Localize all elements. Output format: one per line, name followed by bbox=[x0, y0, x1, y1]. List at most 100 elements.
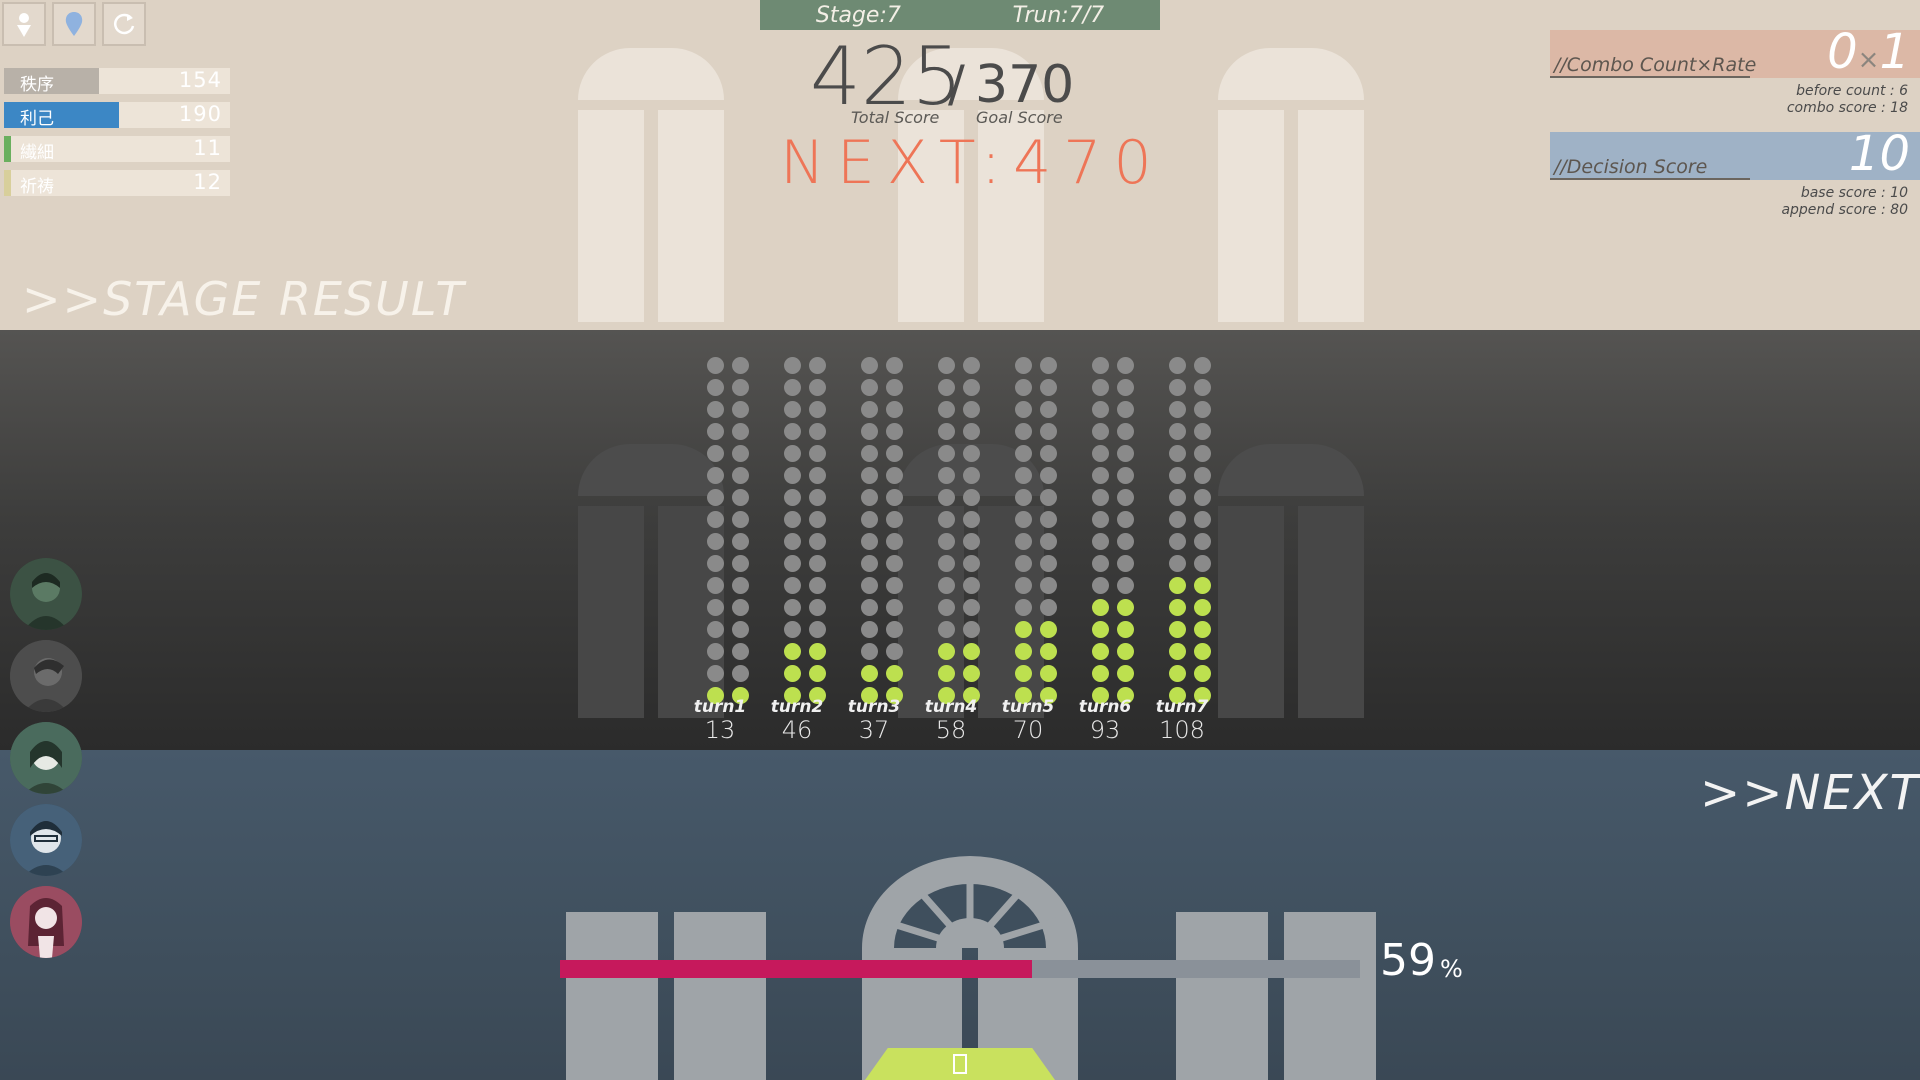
turn-dot bbox=[861, 555, 878, 572]
turn-dot bbox=[1169, 467, 1186, 484]
turn-dot bbox=[938, 643, 955, 660]
next-button[interactable]: >>NEXT bbox=[1700, 765, 1920, 821]
turn-dot bbox=[1194, 511, 1211, 528]
combo-panel-underline bbox=[1550, 76, 1750, 78]
turn-label: turn5 bbox=[1001, 697, 1055, 717]
turn-dot bbox=[963, 467, 980, 484]
turn-dot bbox=[1169, 379, 1186, 396]
turn-dot bbox=[784, 643, 801, 660]
turn-dot bbox=[1015, 577, 1032, 594]
turn-dot bbox=[861, 357, 878, 374]
turn-dot bbox=[938, 555, 955, 572]
turn-dot bbox=[1169, 489, 1186, 506]
param-order: 秩序 154 bbox=[4, 68, 230, 95]
turn-dot bbox=[1117, 401, 1134, 418]
turn-dot bbox=[938, 467, 955, 484]
turn-dot bbox=[732, 445, 749, 462]
turn-dot bbox=[784, 489, 801, 506]
turn-dot bbox=[861, 511, 878, 528]
turn-dot bbox=[1092, 511, 1109, 528]
turn-dot bbox=[1117, 599, 1134, 616]
progress-bar bbox=[560, 960, 1360, 978]
turn-dot bbox=[1015, 665, 1032, 682]
turn-dot bbox=[1117, 665, 1134, 682]
turn-dot bbox=[707, 467, 724, 484]
door-panel bbox=[566, 912, 658, 1080]
turn-dot bbox=[886, 599, 903, 616]
turn-dot bbox=[707, 511, 724, 528]
turn-dot bbox=[1117, 577, 1134, 594]
param-delicate: 繊細 11 bbox=[4, 136, 230, 163]
turn-dot bbox=[938, 445, 955, 462]
turn-dot bbox=[784, 533, 801, 550]
turn-dot bbox=[707, 643, 724, 660]
turn-dot bbox=[732, 511, 749, 528]
portrait-1[interactable] bbox=[10, 558, 82, 630]
turn-dot bbox=[707, 423, 724, 440]
progress-value: 59 bbox=[1380, 935, 1436, 986]
turn-dot bbox=[1092, 423, 1109, 440]
portrait-5[interactable] bbox=[10, 886, 82, 958]
turn-dot bbox=[1169, 401, 1186, 418]
turn-dot bbox=[1194, 621, 1211, 638]
turn-dot bbox=[886, 379, 903, 396]
turn-dot bbox=[732, 599, 749, 616]
turn-dot bbox=[1169, 533, 1186, 550]
turn-dot bbox=[732, 533, 749, 550]
person-icon[interactable] bbox=[2, 2, 46, 46]
turn-dot bbox=[886, 665, 903, 682]
turn-dot bbox=[886, 401, 903, 418]
turn-dot bbox=[1169, 555, 1186, 572]
go-button[interactable] bbox=[865, 1048, 1055, 1080]
turn-dot bbox=[1040, 599, 1057, 616]
door-panel bbox=[1176, 912, 1268, 1080]
decision-panel-underline bbox=[1550, 178, 1750, 180]
turn-dot bbox=[963, 533, 980, 550]
turn-dot bbox=[784, 665, 801, 682]
decision-panel-value: 10 bbox=[1848, 126, 1910, 182]
turn-dot bbox=[1194, 379, 1211, 396]
turn-dot bbox=[938, 665, 955, 682]
turn-dot bbox=[1015, 511, 1032, 528]
turn-dot bbox=[1092, 665, 1109, 682]
score-slash: / bbox=[948, 55, 965, 113]
turn-dot bbox=[1015, 599, 1032, 616]
combo-count: 0 bbox=[1827, 24, 1858, 80]
turn-dot bbox=[732, 643, 749, 660]
turn-dot bbox=[1194, 467, 1211, 484]
map-pin-icon[interactable] bbox=[52, 2, 96, 46]
turn-dot bbox=[938, 401, 955, 418]
turn-dot bbox=[809, 643, 826, 660]
stage-result-title: >>STAGE RESULT bbox=[22, 272, 466, 326]
param-prayer: 祈祷 12 bbox=[4, 170, 230, 197]
turn-dot bbox=[938, 577, 955, 594]
next-score: NEXT:470 bbox=[780, 128, 1164, 198]
param-value: 190 bbox=[178, 102, 222, 126]
param-selfish: 利己 190 bbox=[4, 102, 230, 129]
portrait-3[interactable] bbox=[10, 722, 82, 794]
turn-dot bbox=[886, 621, 903, 638]
refresh-icon[interactable] bbox=[102, 2, 146, 46]
turn-dot bbox=[963, 401, 980, 418]
turn-dot bbox=[1040, 467, 1057, 484]
turn-dot bbox=[1092, 643, 1109, 660]
turn-dot bbox=[1092, 357, 1109, 374]
turn-dot bbox=[938, 599, 955, 616]
turn-dot bbox=[784, 379, 801, 396]
turn-dot bbox=[1169, 445, 1186, 462]
turn-dot bbox=[784, 621, 801, 638]
param-fill bbox=[4, 136, 11, 162]
turn-dot bbox=[963, 577, 980, 594]
turn-label: turn2 bbox=[770, 697, 824, 717]
turn-dot bbox=[732, 467, 749, 484]
turn-dot bbox=[809, 467, 826, 484]
turn-dot bbox=[886, 577, 903, 594]
turn-dot bbox=[707, 577, 724, 594]
turn-dot bbox=[1194, 445, 1211, 462]
turn-dot bbox=[963, 621, 980, 638]
turn-dot bbox=[861, 621, 878, 638]
portrait-2[interactable] bbox=[10, 640, 82, 712]
turn-dot bbox=[886, 533, 903, 550]
turn-dot bbox=[963, 511, 980, 528]
portrait-4[interactable] bbox=[10, 804, 82, 876]
